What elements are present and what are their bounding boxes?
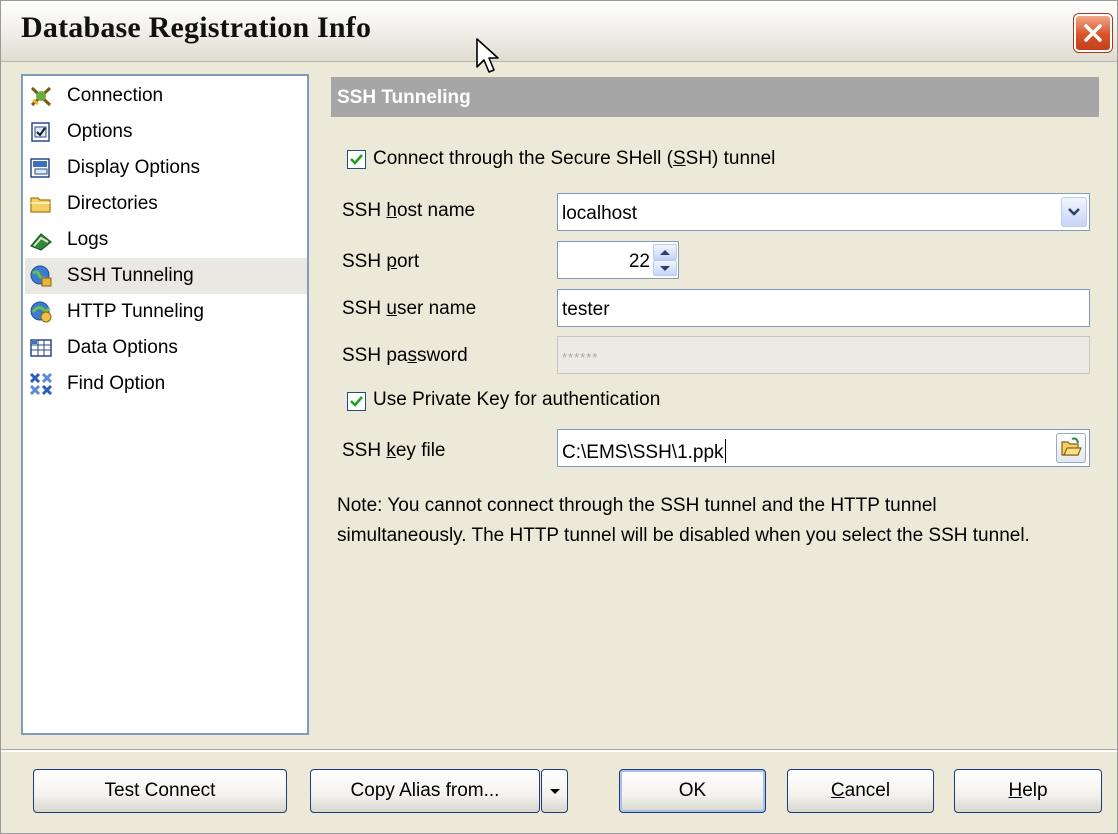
ssh-host-dropdown-button[interactable]: [1061, 197, 1087, 227]
dropdown-arrow-icon: [550, 789, 560, 794]
ssh-host-value: localhost: [562, 203, 637, 224]
ssh-key-file-value: C:\EMS\SSH\1.ppk: [562, 439, 726, 464]
title-bar[interactable]: Database Registration Info: [1, 1, 1117, 62]
ssh-host-combobox[interactable]: localhost: [557, 193, 1090, 231]
footer-divider: [1, 749, 1117, 752]
mouse-cursor-icon: [476, 38, 499, 73]
nav-label: HTTP Tunneling: [67, 301, 204, 322]
ok-button[interactable]: OK: [619, 769, 766, 813]
database-registration-dialog: Database Registration Info Connection Op…: [0, 0, 1118, 834]
ssh-tunneling-icon: [30, 265, 52, 287]
ssh-port-value: 22: [628, 251, 650, 272]
nav-item-display-options[interactable]: Display Options: [25, 150, 307, 186]
nav-item-find-option[interactable]: Find Option: [25, 366, 307, 402]
nav-item-data-options[interactable]: Data Options: [25, 330, 307, 366]
ssh-user-field[interactable]: tester: [557, 289, 1090, 327]
browse-key-file-button[interactable]: [1056, 433, 1086, 463]
ssh-key-file-field[interactable]: C:\EMS\SSH\1.ppk: [557, 429, 1090, 467]
nav-item-ssh-tunneling[interactable]: SSH Tunneling: [25, 258, 307, 294]
use-private-key-checkbox[interactable]: [347, 392, 366, 411]
nav-label: Data Options: [67, 337, 178, 358]
nav-label: Directories: [67, 193, 158, 214]
settings-nav-list: Connection Options Display Options Direc…: [21, 74, 309, 735]
ssh-user-value: tester: [562, 299, 610, 320]
use-private-key-label[interactable]: Use Private Key for authentication: [373, 389, 660, 411]
copy-alias-button[interactable]: Copy Alias from...: [310, 769, 540, 813]
ssh-note-text: Note: You cannot connect through the SSH…: [337, 495, 1030, 546]
ssh-port-spin-buttons[interactable]: [653, 243, 677, 277]
ssh-user-label: SSH user name: [342, 298, 477, 319]
checkmark-icon: [350, 154, 363, 165]
nav-item-directories[interactable]: Directories: [25, 186, 307, 222]
cancel-button[interactable]: Cancel: [787, 769, 934, 813]
nav-label: Connection: [67, 85, 164, 106]
ssh-port-label: SSH port: [342, 251, 420, 272]
nav-label: Options: [67, 121, 133, 142]
copy-alias-dropdown-button[interactable]: [541, 769, 568, 813]
section-title: SSH Tunneling: [337, 87, 471, 108]
ssh-password-label: SSH password: [342, 345, 468, 366]
text-caret: [724, 439, 726, 463]
nav-item-connection[interactable]: Connection: [25, 78, 307, 114]
logs-icon: [30, 233, 52, 251]
nav-label: Logs: [67, 229, 109, 250]
folder-icon: [30, 197, 51, 213]
close-icon: [1084, 24, 1102, 42]
arrow-up-icon: [660, 250, 670, 255]
nav-label: Display Options: [67, 157, 201, 178]
nav-item-options[interactable]: Options: [25, 114, 307, 150]
close-button[interactable]: [1074, 14, 1112, 52]
ssh-password-field: ******: [557, 336, 1090, 374]
nav-item-logs[interactable]: Logs: [25, 222, 307, 258]
open-folder-icon: [1061, 437, 1082, 456]
help-button[interactable]: Help: [954, 769, 1102, 813]
spin-up-button[interactable]: [653, 244, 677, 260]
ssh-password-value: ******: [562, 350, 599, 365]
ssh-host-label: SSH host name: [342, 200, 476, 221]
arrow-down-icon: [660, 266, 670, 271]
connection-icon: [30, 86, 52, 107]
checkmark-icon: [350, 396, 363, 407]
nav-label: Find Option: [67, 373, 166, 394]
spin-down-button[interactable]: [653, 260, 677, 276]
ssh-key-file-label: SSH key file: [342, 440, 446, 461]
chevron-down-icon: [1068, 208, 1080, 216]
data-options-icon: [30, 339, 52, 357]
section-header: SSH Tunneling: [331, 77, 1099, 117]
connect-ssh-label[interactable]: Connect through the Secure SHell (SSH) t…: [373, 148, 775, 170]
options-icon: [31, 122, 50, 142]
nav-label: SSH Tunneling: [67, 265, 194, 286]
test-connect-button[interactable]: Test Connect: [33, 769, 287, 813]
display-options-icon: [30, 158, 50, 178]
nav-item-http-tunneling[interactable]: HTTP Tunneling: [25, 294, 307, 330]
find-option-icon: [29, 372, 53, 396]
window-title: Database Registration Info: [21, 11, 372, 44]
http-tunneling-icon: [30, 301, 52, 323]
connect-ssh-checkbox[interactable]: [347, 150, 366, 169]
